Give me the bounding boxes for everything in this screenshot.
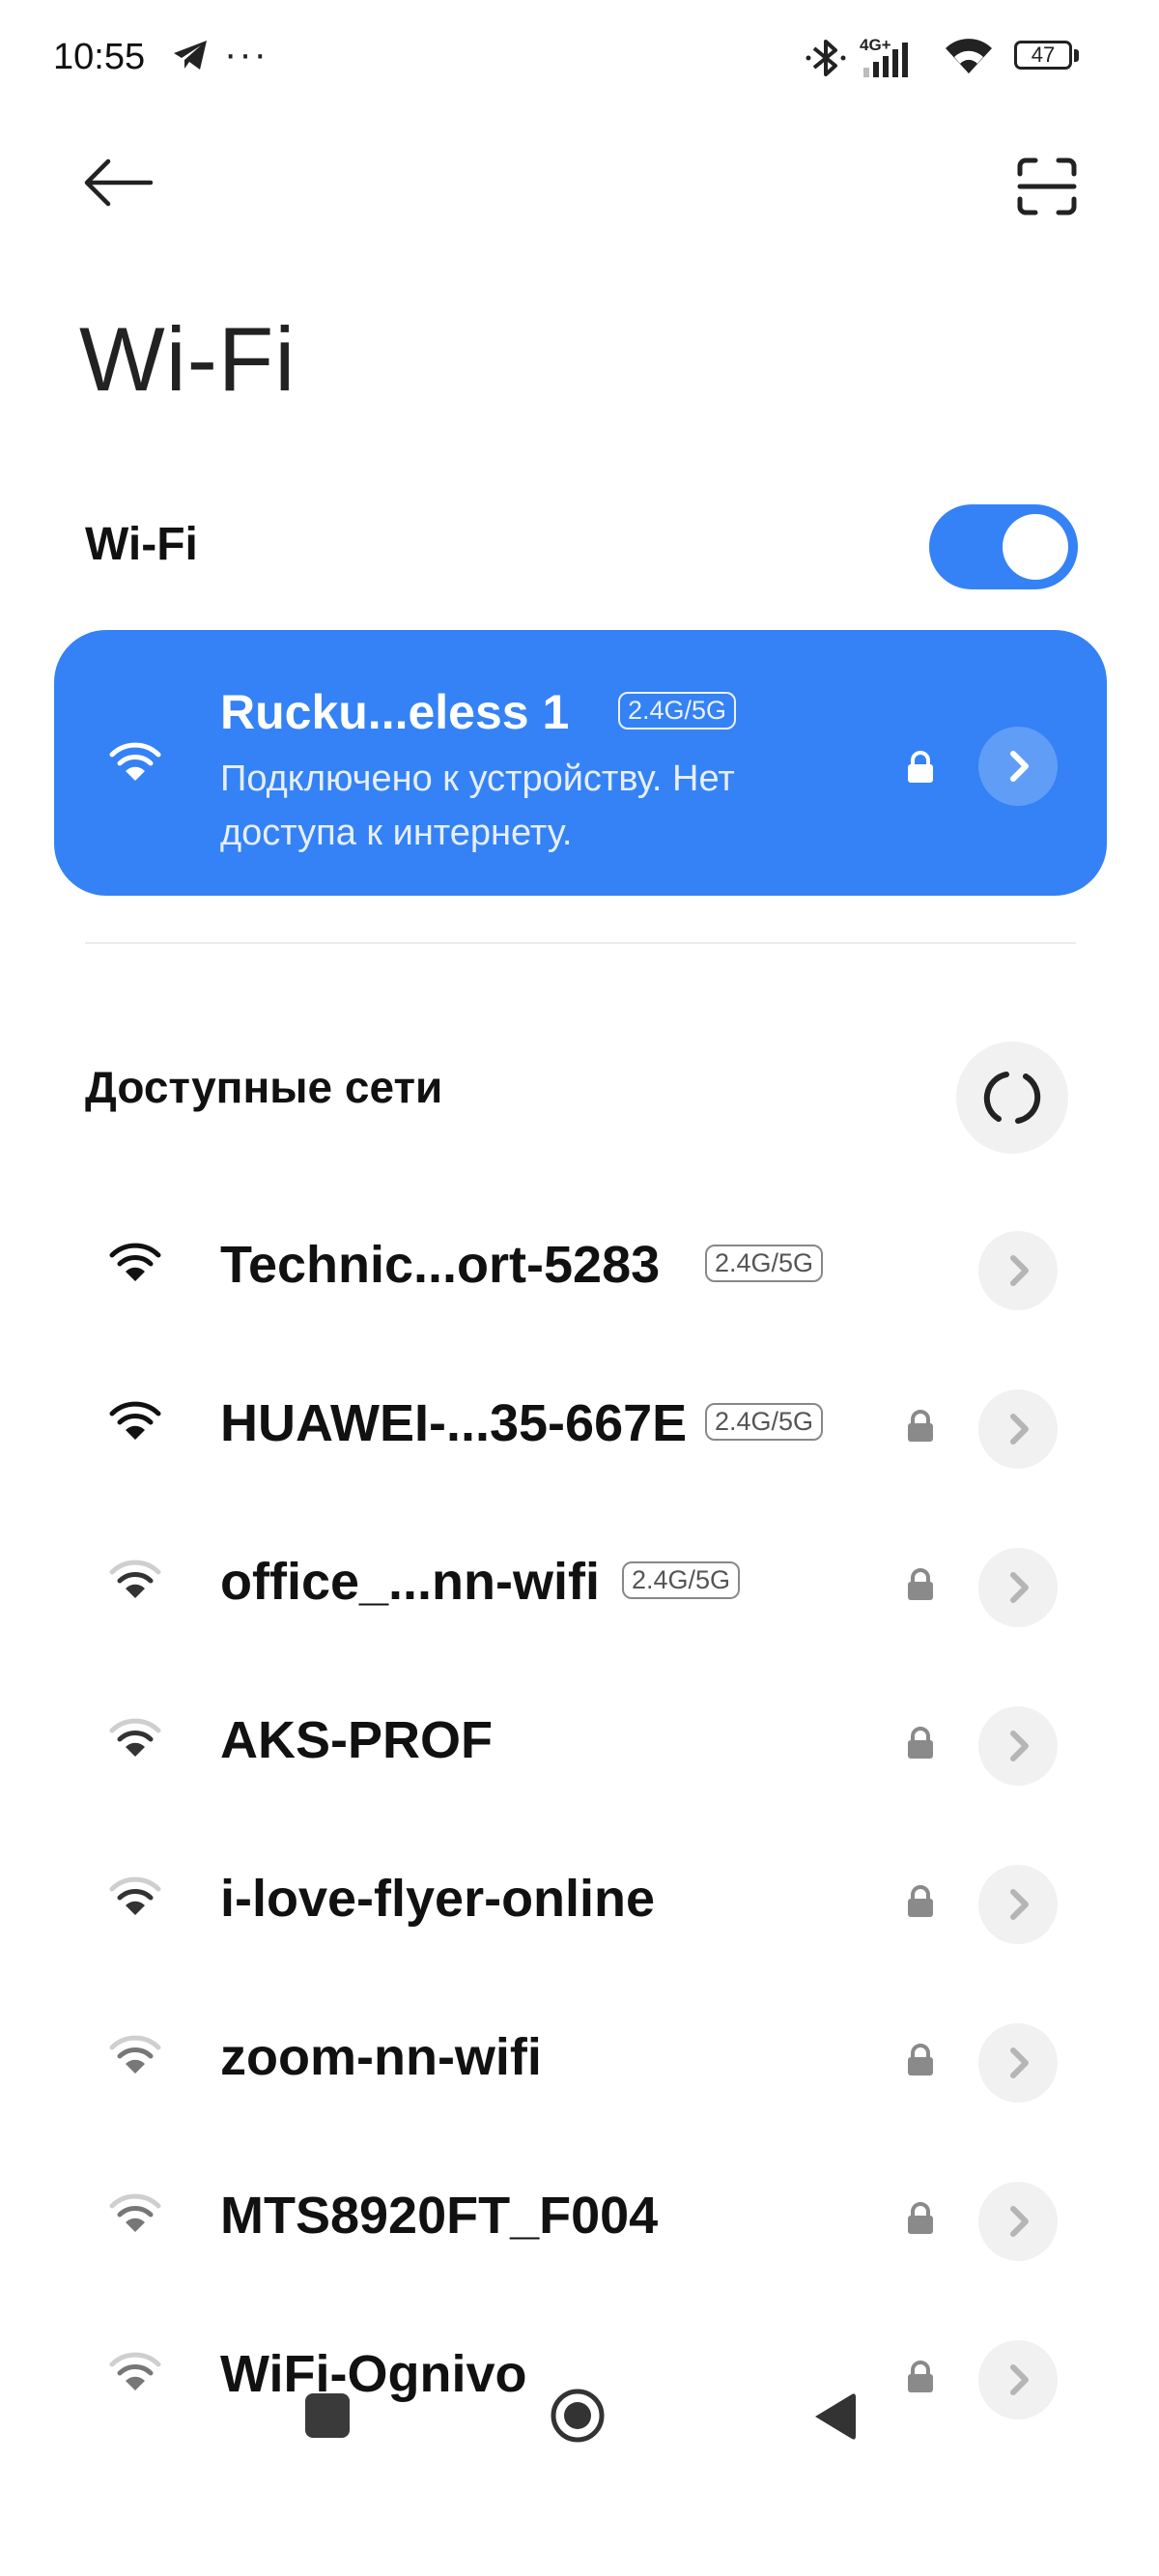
network-details-button[interactable] xyxy=(978,727,1058,806)
wifi-network-row[interactable]: Technic...ort-5283 2.4G/5G xyxy=(0,1190,1159,1349)
chevron-right-icon xyxy=(1010,1889,1029,1920)
wifi-toggle[interactable] xyxy=(929,504,1078,589)
notification-overflow: ··· xyxy=(224,33,269,75)
network-details-button[interactable] xyxy=(978,1389,1058,1469)
battery-icon: 47 xyxy=(1014,41,1072,70)
wifi-network-row[interactable]: AKS-PROF xyxy=(0,1666,1159,1824)
band-badge: 2.4G/5G xyxy=(705,1245,824,1282)
network-details-button[interactable] xyxy=(978,1865,1058,1944)
chevron-right-icon xyxy=(1010,1414,1029,1445)
qr-scan-icon[interactable] xyxy=(1016,157,1078,221)
network-ssid: WiFi-Ognivo xyxy=(220,2345,527,2403)
refresh-button[interactable] xyxy=(956,1042,1068,1154)
band-badge: 2.4G/5G xyxy=(618,692,737,730)
wifi-signal-icon xyxy=(106,1241,164,1288)
recents-icon[interactable] xyxy=(305,2393,350,2438)
lock-icon xyxy=(904,2360,937,2399)
wifi-signal-icon xyxy=(106,740,164,787)
wifi-signal-icon xyxy=(106,1558,164,1605)
chevron-right-icon xyxy=(1010,2364,1029,2395)
lock-icon xyxy=(904,2201,937,2241)
nav-back-icon[interactable] xyxy=(809,2390,858,2447)
network-ssid: MTS8920FT_F004 xyxy=(220,2187,659,2245)
chevron-right-icon xyxy=(1010,2047,1029,2078)
chevron-right-icon xyxy=(1010,1255,1029,1286)
connection-status: Подключено к устройству. Нет доступа к и… xyxy=(220,758,735,853)
chevron-right-icon xyxy=(1010,1731,1029,1761)
network-details-button[interactable] xyxy=(978,2023,1058,2103)
wifi-network-row[interactable]: office_...nn-wifi 2.4G/5G xyxy=(0,1507,1159,1666)
wifi-signal-icon xyxy=(106,2191,164,2239)
network-details-button[interactable] xyxy=(978,1706,1058,1786)
lock-icon xyxy=(904,750,937,789)
network-ssid: HUAWEI-...35-667E xyxy=(220,1394,688,1452)
wifi-signal-icon xyxy=(106,2033,164,2080)
lock-icon xyxy=(904,2043,937,2082)
network-details-button[interactable] xyxy=(978,2340,1058,2419)
network-ssid: Technic...ort-5283 xyxy=(220,1236,661,1294)
network-details-button[interactable] xyxy=(978,1231,1058,1310)
lock-icon xyxy=(904,1409,937,1448)
lock-icon xyxy=(904,1726,937,1765)
network-type-label: 4G+ xyxy=(860,36,891,54)
network-ssid: zoom-nn-wifi xyxy=(220,2028,542,2086)
network-details-button[interactable] xyxy=(978,1548,1058,1627)
wifi-network-row[interactable]: i-love-flyer-online xyxy=(0,1824,1159,1983)
home-icon[interactable] xyxy=(549,2387,607,2449)
status-time: 10:55 xyxy=(53,37,146,77)
chevron-right-icon xyxy=(1010,751,1029,782)
band-badge: 2.4G/5G xyxy=(705,1403,824,1441)
telegram-icon xyxy=(172,39,209,76)
bluetooth-icon xyxy=(805,37,847,84)
network-ssid: AKS-PROF xyxy=(220,1711,493,1769)
band-badge: 2.4G/5G xyxy=(622,1561,741,1599)
lock-icon xyxy=(904,1884,937,1924)
lock-icon xyxy=(904,1567,937,1607)
page-title: Wi-Fi xyxy=(79,308,297,410)
wifi-signal-icon xyxy=(106,1875,164,1922)
refresh-icon xyxy=(983,1072,1041,1124)
divider xyxy=(85,942,1076,944)
toggle-knob xyxy=(1003,514,1068,580)
wifi-signal-icon xyxy=(106,2350,164,2397)
wifi-signal-icon xyxy=(106,1399,164,1446)
wifi-icon xyxy=(945,39,993,80)
wifi-network-row[interactable]: MTS8920FT_F004 xyxy=(0,2141,1159,2300)
wifi-toggle-label: Wi-Fi xyxy=(85,519,198,570)
network-ssid: i-love-flyer-online xyxy=(220,1870,656,1928)
network-ssid: office_...nn-wifi xyxy=(220,1553,601,1611)
wifi-signal-icon xyxy=(106,1716,164,1763)
network-details-button[interactable] xyxy=(978,2182,1058,2261)
connected-ssid: Rucku...eless 1 xyxy=(220,685,570,739)
chevron-right-icon xyxy=(1010,2206,1029,2237)
cellular-signal-icon: 4G+ xyxy=(858,33,935,86)
wifi-network-row[interactable]: zoom-nn-wifi xyxy=(0,1983,1159,2141)
battery-cap xyxy=(1074,49,1079,62)
wifi-network-row[interactable]: HUAWEI-...35-667E 2.4G/5G xyxy=(0,1349,1159,1507)
chevron-right-icon xyxy=(1010,1572,1029,1603)
available-networks-title: Доступные сети xyxy=(85,1062,443,1112)
arrow-left-icon[interactable] xyxy=(83,158,154,212)
